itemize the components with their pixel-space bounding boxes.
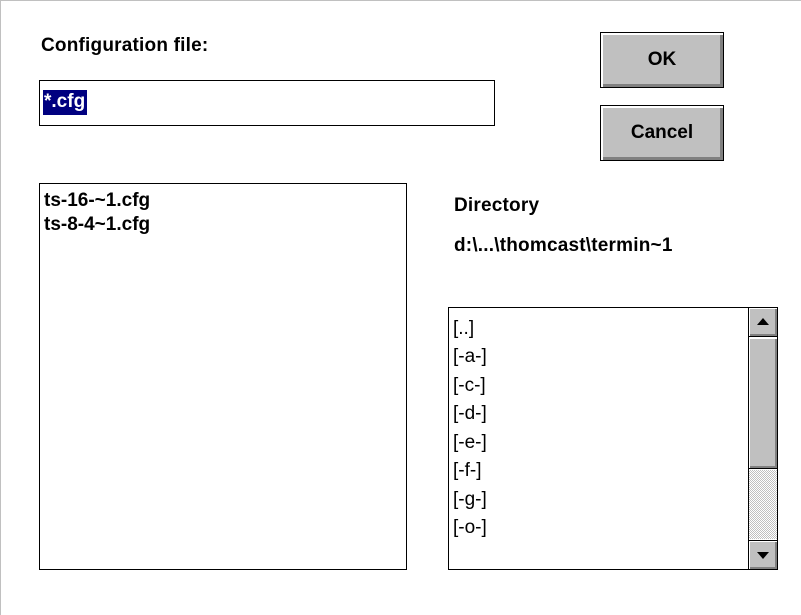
file-list[interactable]: ts-16-~1.cfg ts-8-4~1.cfg: [39, 183, 407, 570]
arrow-down-icon: [757, 552, 769, 559]
scroll-thumb[interactable]: [749, 338, 777, 469]
cancel-button-label: Cancel: [630, 122, 694, 143]
directory-list-item[interactable]: [-a-]: [453, 345, 487, 369]
directory-list-item[interactable]: [-d-]: [453, 402, 487, 426]
directory-list-item[interactable]: [-o-]: [453, 516, 487, 540]
cancel-button[interactable]: Cancel: [600, 105, 724, 161]
configuration-file-label: Configuration file:: [41, 35, 209, 56]
scroll-down-button[interactable]: [749, 540, 777, 569]
directory-path: d:\...\thomcast\termin~1: [454, 235, 673, 256]
directory-list[interactable]: [..] [-a-] [-c-] [-d-] [-e-] [-f-] [-g-]…: [448, 307, 778, 570]
ok-button[interactable]: OK: [600, 32, 724, 88]
directory-list-item[interactable]: [..]: [453, 317, 474, 341]
arrow-up-icon: [757, 318, 769, 325]
directory-scrollbar[interactable]: [748, 308, 777, 569]
filename-selected-text: *.cfg: [43, 90, 88, 115]
file-list-item[interactable]: ts-16-~1.cfg: [44, 189, 150, 213]
filename-input[interactable]: *.cfg: [39, 80, 495, 126]
directory-list-item[interactable]: [-g-]: [453, 488, 487, 512]
scroll-up-button[interactable]: [749, 308, 777, 337]
open-config-dialog: Configuration file: *.cfg OK Cancel ts-1…: [0, 0, 801, 615]
directory-list-item[interactable]: [-c-]: [453, 374, 486, 398]
scroll-track[interactable]: [749, 470, 777, 539]
ok-button-label: OK: [647, 49, 677, 70]
file-list-item[interactable]: ts-8-4~1.cfg: [44, 213, 150, 237]
directory-list-item[interactable]: [-e-]: [453, 431, 487, 455]
directory-list-item[interactable]: [-f-]: [453, 459, 482, 483]
directory-label: Directory: [454, 195, 540, 216]
